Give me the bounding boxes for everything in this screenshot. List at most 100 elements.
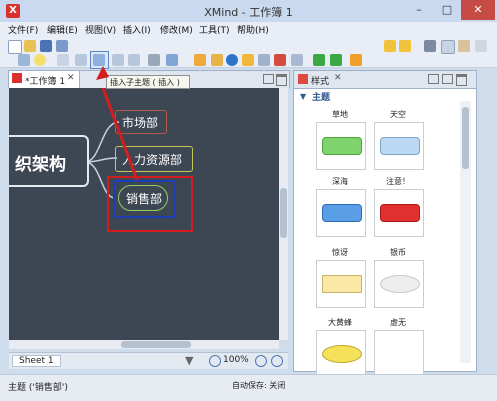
swatch-shape — [322, 137, 362, 155]
swatch-shape — [380, 275, 420, 293]
image-icon[interactable] — [57, 54, 69, 66]
sheet-tab[interactable]: Sheet 1 — [12, 355, 61, 367]
insert-image-icon[interactable] — [166, 54, 178, 66]
close-tab-icon[interactable]: ✕ — [67, 73, 75, 83]
swatch-label: 草地 — [332, 110, 348, 119]
open-folder-icon[interactable] — [24, 40, 36, 52]
redo-icon[interactable] — [399, 40, 411, 52]
style-swatch[interactable] — [374, 189, 424, 237]
copy-icon[interactable] — [441, 40, 455, 54]
swatch-shape — [380, 137, 420, 155]
swatch-label: 注意！ — [386, 177, 410, 186]
paste-icon[interactable] — [458, 40, 470, 52]
menu-insert[interactable]: 插入(I) — [123, 23, 151, 36]
lightbulb-icon[interactable] — [34, 54, 46, 66]
style-panel: 样式 ✕ ▼ 主题 草地 天空深海 注意！ 惊讶 银币大黄蜂 虚无 — [293, 70, 477, 378]
new-file-icon[interactable] — [8, 40, 22, 54]
menu-file[interactable]: 文件(F) — [8, 23, 38, 36]
style-scrollbar[interactable] — [460, 101, 471, 363]
menu-help[interactable]: 帮助(H) — [237, 23, 269, 36]
red-arrow — [101, 88, 139, 181]
maximize-view-icon[interactable] — [276, 74, 287, 86]
marker-icon[interactable] — [242, 54, 254, 66]
relationship-icon[interactable] — [274, 54, 286, 66]
vertical-scroll-thumb[interactable] — [280, 188, 287, 238]
tab-workbook[interactable]: *工作簿 1 ✕ — [9, 71, 80, 88]
vertical-scrollbar[interactable] — [279, 88, 288, 340]
swatch-label: 天空 — [390, 110, 406, 119]
horizontal-scroll-thumb[interactable] — [121, 341, 191, 348]
arrowhead-icon — [96, 66, 109, 80]
swatch-label: 惊讶 — [332, 248, 348, 257]
style-swatch[interactable] — [316, 122, 366, 170]
zoom-level: 100% — [223, 355, 249, 365]
undo-icon[interactable] — [384, 40, 396, 52]
xmind-file-icon — [12, 73, 22, 83]
cut-icon[interactable] — [424, 40, 436, 52]
style-swatch[interactable] — [374, 330, 424, 378]
label-icon[interactable] — [291, 54, 303, 66]
style-tab-label[interactable]: 样式 — [311, 74, 329, 87]
style-swatch[interactable] — [374, 122, 424, 170]
insert-parent-topic-icon[interactable] — [128, 54, 140, 66]
zoom-in-icon[interactable] — [255, 355, 267, 367]
topic-icon[interactable] — [18, 54, 30, 66]
drill-up-icon[interactable] — [330, 54, 342, 66]
section-title: 主题 — [312, 93, 331, 103]
swatch-shape — [322, 204, 362, 222]
swatch-label: 银币 — [390, 248, 406, 257]
swatch-label: 大黄蜂 — [328, 318, 352, 327]
zoom-out-icon[interactable] — [209, 355, 221, 367]
swatch-label: 虚无 — [390, 318, 406, 327]
minimize-view-icon[interactable] — [263, 74, 274, 84]
style-maximize-icon[interactable] — [456, 74, 467, 86]
style-scroll-thumb[interactable] — [462, 107, 469, 169]
tooltip-text: 插入子主题 ( 插入 ) — [110, 78, 180, 87]
swatch-shape — [322, 275, 362, 293]
tab-label: *工作簿 1 — [25, 77, 66, 87]
close-window-button[interactable]: ✕ — [461, 0, 495, 20]
swatch-shape — [322, 345, 362, 363]
fit-view-icon[interactable] — [271, 355, 283, 367]
filter-icon[interactable]: ▼ — [185, 354, 193, 367]
style-swatch[interactable] — [316, 330, 366, 378]
notes-icon[interactable] — [258, 54, 270, 66]
style-swatch[interactable] — [374, 260, 424, 308]
menu-tools[interactable]: 工具(T) — [199, 23, 230, 36]
insert-topic-before-icon[interactable] — [112, 54, 124, 66]
status-selection: 主题 ('销售部') — [8, 383, 68, 393]
save-icon[interactable] — [40, 40, 52, 52]
menu-bar: 文件(F) 编辑(E) 视图(V) 插入(I) 修改(M) 工具(T) 帮助(H… — [0, 22, 497, 37]
swatch-label: 深海 — [332, 177, 348, 186]
status-bar: 主题 ('销售部') 自动保存: 关闭 — [0, 374, 497, 401]
style-tab-bar: 样式 ✕ — [294, 71, 476, 89]
style-swatch[interactable] — [316, 189, 366, 237]
insert-topic-icon[interactable] — [75, 54, 87, 66]
title-bar: X XMind - 工作簿 1 – □ ✕ — [0, 0, 497, 23]
up-arrow-icon[interactable] — [350, 54, 362, 66]
horizontal-scrollbar[interactable] — [9, 340, 279, 349]
autosave-status[interactable]: 自动保存: 关闭 — [232, 380, 285, 391]
save-all-icon[interactable] — [56, 40, 68, 52]
mind-map-canvas[interactable]: 织架构 市场部 人力资源部 销售部 — [9, 88, 279, 340]
style-palette-icon — [298, 74, 308, 84]
toolbar — [0, 37, 497, 69]
minimize-button[interactable]: – — [405, 0, 433, 20]
menu-edit[interactable]: 编辑(E) — [47, 23, 78, 36]
boundary-icon[interactable] — [194, 54, 206, 66]
menu-view[interactable]: 视图(V) — [85, 23, 116, 36]
delete-icon[interactable] — [475, 40, 487, 52]
menu-modify[interactable]: 修改(M) — [160, 23, 193, 36]
swatch-shape — [380, 204, 420, 222]
style-menu-icon[interactable] — [428, 74, 439, 84]
globe-icon[interactable] — [226, 54, 238, 66]
drill-down-icon[interactable] — [313, 54, 325, 66]
summary-icon[interactable] — [211, 54, 223, 66]
section-collapse-icon[interactable]: ▼ — [300, 92, 306, 101]
style-minimize-icon[interactable] — [442, 74, 453, 84]
close-style-tab-icon[interactable]: ✕ — [334, 73, 342, 83]
style-swatch[interactable] — [316, 260, 366, 308]
tooltip: 插入子主题 ( 插入 ) — [106, 75, 190, 89]
maximize-button[interactable]: □ — [433, 0, 461, 20]
attachment-icon[interactable] — [148, 54, 160, 66]
